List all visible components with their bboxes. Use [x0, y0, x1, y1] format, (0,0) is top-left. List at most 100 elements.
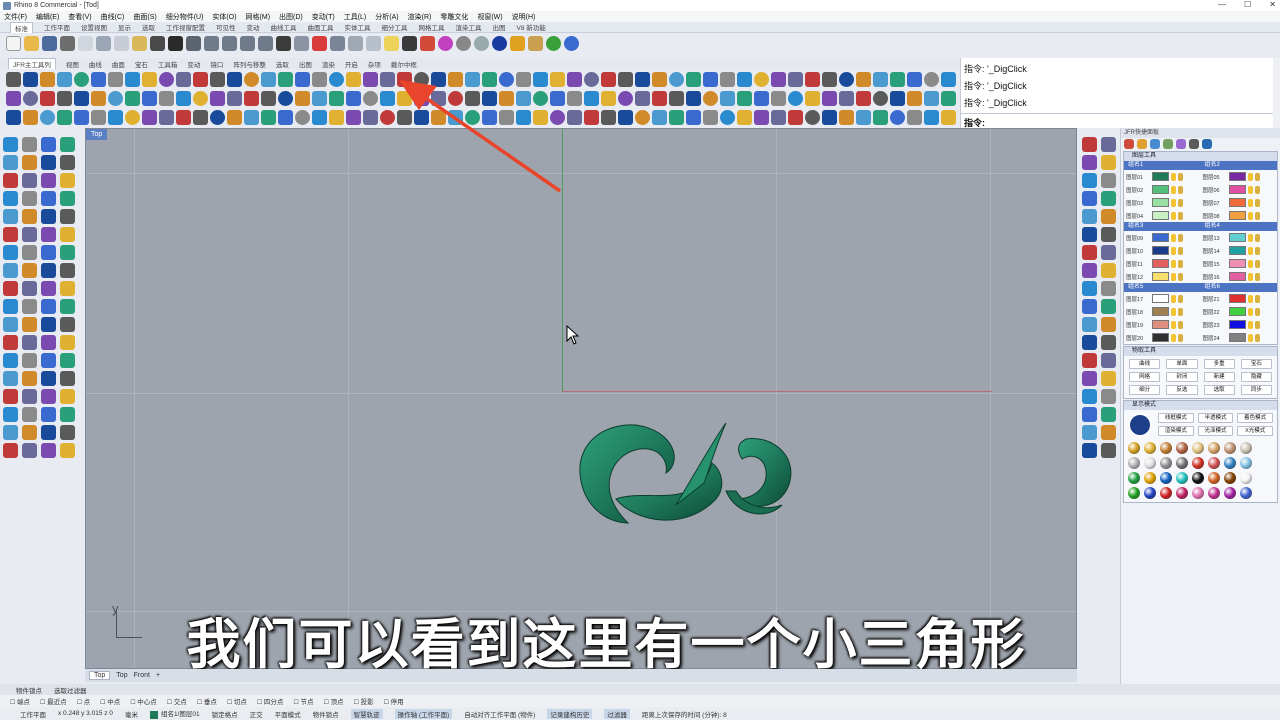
toolbar-command-icon[interactable] — [703, 109, 718, 125]
toolbar-command-icon[interactable] — [584, 109, 599, 125]
undo-view-icon[interactable] — [276, 35, 291, 51]
toolbar-command-icon[interactable] — [57, 71, 72, 87]
display-mode-button[interactable]: 着色模式 — [1237, 413, 1273, 423]
tool-icon[interactable] — [3, 425, 18, 440]
toolbar-command-icon[interactable] — [856, 71, 871, 87]
four-viewports-icon[interactable] — [294, 35, 309, 51]
tool-icon[interactable] — [1082, 299, 1097, 314]
layer-lock-icon[interactable] — [1254, 307, 1260, 316]
toolbar-command-icon[interactable] — [74, 109, 89, 125]
tool-icon[interactable] — [1101, 371, 1116, 386]
material-ball-icon[interactable] — [1192, 487, 1204, 499]
toolbar-command-icon[interactable] — [108, 90, 123, 106]
layer-visible-icon[interactable] — [1247, 185, 1253, 194]
material-ball-icon[interactable] — [1128, 472, 1140, 484]
tab-jfr-misc[interactable]: 杂项 — [368, 59, 381, 69]
light-bulb-icon[interactable] — [384, 35, 399, 51]
tool-icon[interactable] — [22, 245, 37, 260]
layer-group-header[interactable]: 组名5 — [1124, 283, 1201, 292]
tool-icon[interactable] — [60, 245, 75, 260]
toolbar-command-icon[interactable] — [210, 90, 225, 106]
menu-window[interactable]: 视窗(W) — [477, 12, 502, 22]
tool-icon[interactable] — [1082, 317, 1097, 332]
toolbar-command-icon[interactable] — [635, 109, 650, 125]
toolbar-command-icon[interactable] — [346, 71, 361, 87]
toolbar-command-icon[interactable] — [618, 90, 633, 106]
toolbar-command-icon[interactable] — [261, 109, 276, 125]
status-record-history[interactable]: 记录建构历史 — [547, 708, 593, 719]
material-ball-icon[interactable] — [1240, 487, 1252, 499]
tool-icon[interactable] — [41, 443, 56, 458]
layer-lock-icon[interactable] — [1178, 172, 1183, 181]
layer-lock-icon[interactable] — [1178, 259, 1183, 268]
toolbar-command-icon[interactable] — [907, 109, 922, 125]
layer-color-swatch[interactable] — [1152, 198, 1169, 207]
layer-row[interactable]: 图层06 — [1201, 183, 1278, 196]
toolbar-command-icon[interactable] — [754, 90, 769, 106]
status-cplane[interactable]: 工作平面 — [20, 709, 46, 719]
toolbar-command-icon[interactable] — [142, 109, 157, 125]
layer-visible-icon[interactable] — [1247, 233, 1253, 242]
toolbar-command-icon[interactable] — [176, 71, 191, 87]
toolbar-command-icon[interactable] — [703, 71, 718, 87]
tool-icon[interactable] — [1082, 281, 1097, 296]
tool-icon[interactable] — [41, 155, 56, 170]
tool-icon[interactable] — [1101, 335, 1116, 350]
layer-color-swatch[interactable] — [1152, 272, 1169, 281]
tool-icon[interactable] — [41, 263, 56, 278]
tab-viewport-front[interactable]: Front — [134, 672, 150, 679]
tool-icon[interactable] — [1082, 209, 1097, 224]
toolbar-command-icon[interactable] — [652, 90, 667, 106]
material-ball-icon[interactable] — [1192, 472, 1204, 484]
toolbar-command-icon[interactable] — [924, 71, 939, 87]
panel-tab-icon[interactable] — [1124, 139, 1134, 149]
tool-icon[interactable] — [22, 299, 37, 314]
object-select-button[interactable]: 选取 — [1203, 385, 1235, 395]
toolbar-command-icon[interactable] — [941, 71, 956, 87]
material-ball-icon[interactable] — [1208, 457, 1220, 469]
toolbar-command-icon[interactable] — [618, 109, 633, 125]
material-ball-icon[interactable] — [1192, 442, 1204, 454]
toolbar-command-icon[interactable] — [176, 90, 191, 106]
osnap-checkbox[interactable]: 端点 — [10, 696, 30, 706]
panel-tab-icon[interactable] — [1189, 139, 1199, 149]
toolbar-command-icon[interactable] — [941, 90, 956, 106]
paste-icon[interactable] — [132, 35, 147, 51]
color-wheel-icon[interactable] — [438, 35, 453, 51]
layer-visible-icon[interactable] — [1247, 259, 1253, 268]
layer-row[interactable]: 图层01 — [1124, 170, 1201, 183]
select-icon[interactable] — [330, 35, 345, 51]
toolbar-command-icon[interactable] — [822, 71, 837, 87]
tool-icon[interactable] — [22, 443, 37, 458]
tab-jfr-toolbox[interactable]: 工具箱 — [158, 59, 178, 69]
tool-icon[interactable] — [3, 353, 18, 368]
viewport-label[interactable]: Top — [86, 129, 108, 140]
lock-icon[interactable] — [402, 35, 417, 51]
toolbar-command-icon[interactable] — [686, 90, 701, 106]
material-ball-icon[interactable] — [1128, 457, 1140, 469]
layer-visible-icon[interactable] — [1171, 233, 1176, 242]
tool-icon[interactable] — [1082, 155, 1097, 170]
toolbar-command-icon[interactable] — [40, 90, 55, 106]
layer-color-swatch[interactable] — [1228, 172, 1246, 181]
tool-icon[interactable] — [1082, 173, 1097, 188]
grid-snap-icon[interactable] — [366, 35, 381, 51]
tool-icon[interactable] — [22, 263, 37, 278]
zoom-selected-icon[interactable] — [258, 35, 273, 51]
layer-lock-icon[interactable] — [1254, 198, 1260, 207]
layer-lock-icon[interactable] — [1254, 272, 1260, 281]
layer-group-header[interactable]: 组名4 — [1200, 222, 1277, 231]
toolbar-command-icon[interactable] — [244, 90, 259, 106]
tab-jfr-main[interactable]: JFR主工具列 — [8, 58, 56, 69]
toolbar-command-icon[interactable] — [23, 71, 38, 87]
tool-icon[interactable] — [60, 407, 75, 422]
toolbar-command-icon[interactable] — [618, 71, 633, 87]
toolbar-command-icon[interactable] — [805, 90, 820, 106]
tool-icon[interactable] — [1082, 263, 1097, 278]
layer-row[interactable]: 图层05 — [1201, 170, 1278, 183]
menu-view[interactable]: 查看(V) — [68, 12, 91, 22]
menu-mesh[interactable]: 网格(M) — [246, 12, 271, 22]
tool-icon[interactable] — [1101, 299, 1116, 314]
layer-lock-icon[interactable] — [1254, 233, 1260, 242]
layer-visible-icon[interactable] — [1247, 333, 1253, 342]
